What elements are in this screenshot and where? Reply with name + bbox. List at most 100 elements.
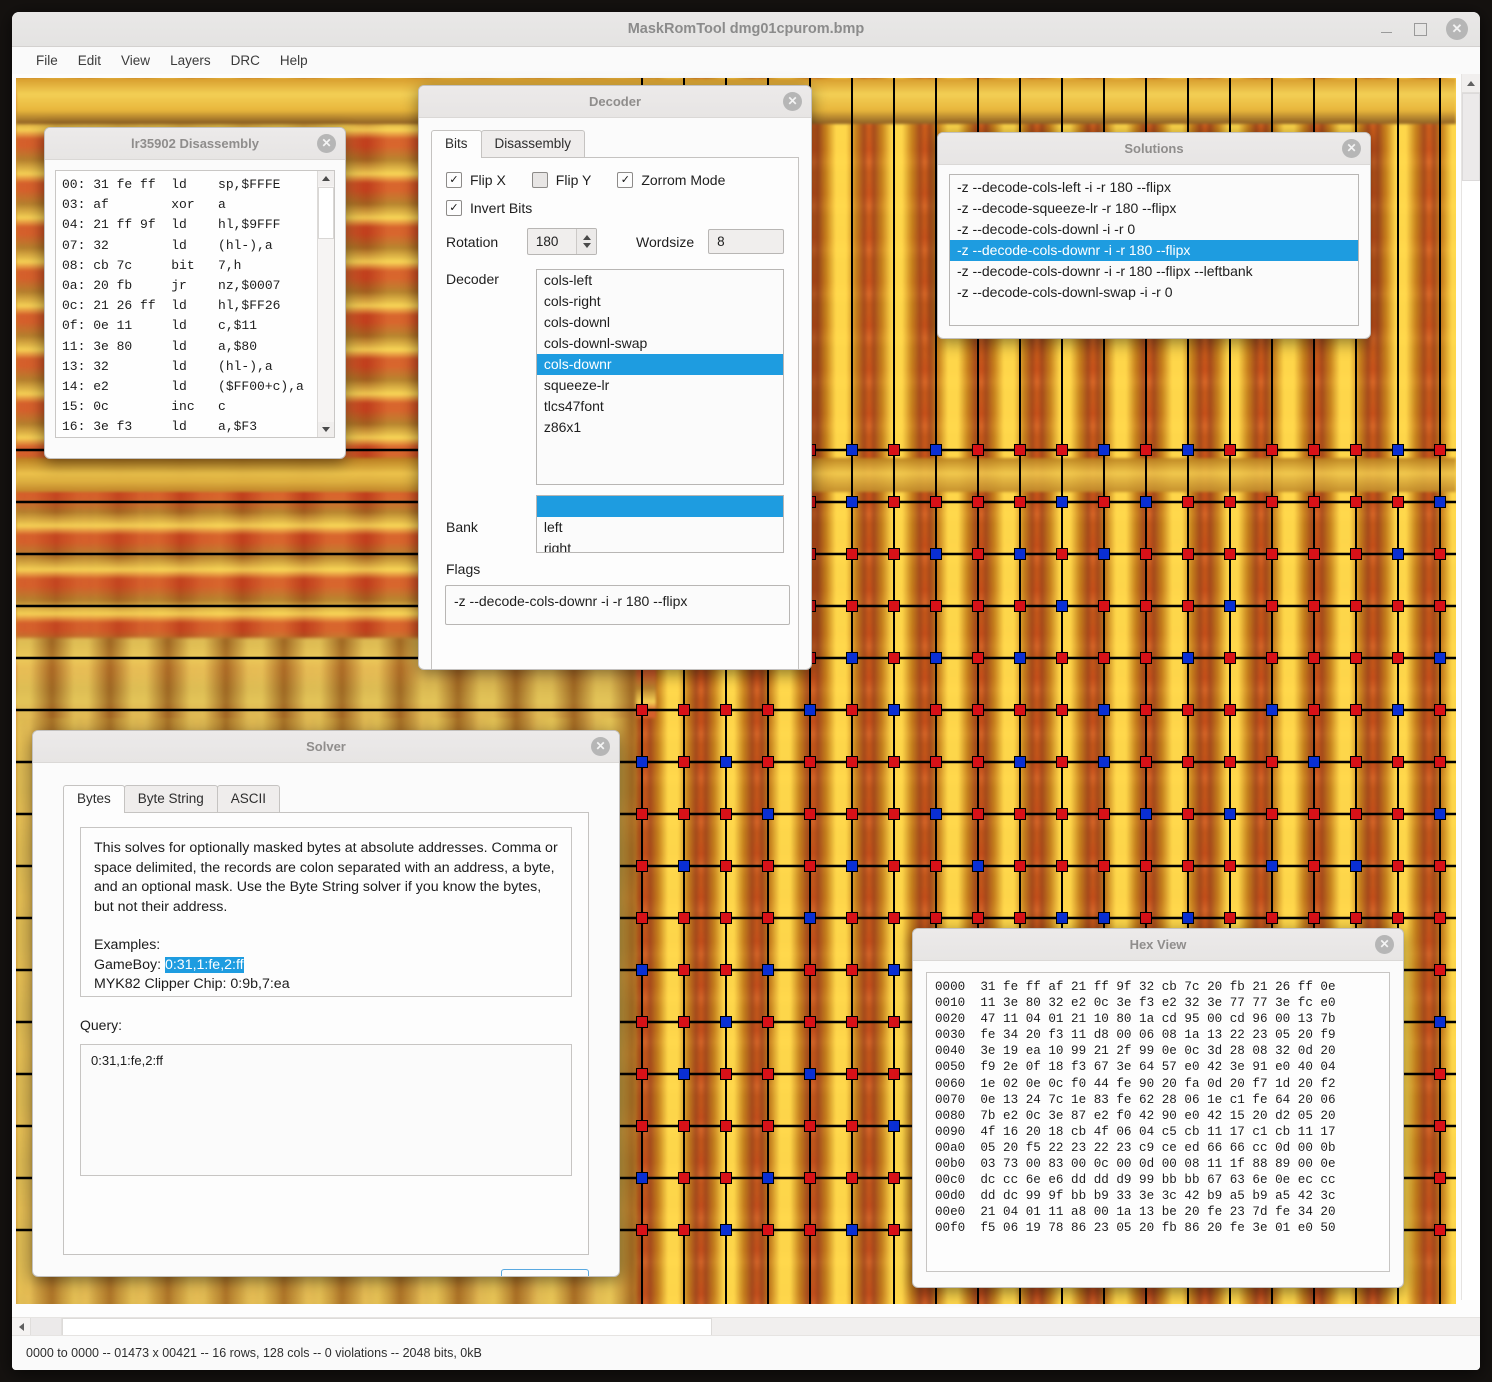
bit-marker-one[interactable]	[804, 1172, 816, 1184]
bit-marker-one[interactable]	[1308, 912, 1320, 924]
bit-marker-one[interactable]	[762, 756, 774, 768]
bit-marker-one[interactable]	[720, 860, 732, 872]
checkbox-flip-x[interactable]: ✓ Flip X	[446, 172, 506, 188]
bit-marker-one[interactable]	[1098, 860, 1110, 872]
bit-marker-one[interactable]	[888, 1068, 900, 1080]
bit-marker-zero[interactable]	[1182, 912, 1194, 924]
decoder-option-cols-right[interactable]: cols-right	[537, 291, 783, 312]
bit-marker-one[interactable]	[678, 704, 690, 716]
bit-marker-one[interactable]	[972, 704, 984, 716]
bit-marker-zero[interactable]	[846, 496, 858, 508]
bit-marker-zero[interactable]	[1056, 496, 1068, 508]
bit-marker-one[interactable]	[1308, 652, 1320, 664]
bit-marker-one[interactable]	[1182, 808, 1194, 820]
bit-marker-one[interactable]	[636, 1120, 648, 1132]
bit-marker-one[interactable]	[678, 1120, 690, 1132]
bit-marker-one[interactable]	[1182, 600, 1194, 612]
bit-marker-one[interactable]	[972, 496, 984, 508]
flip-y-checkbox-box[interactable]	[531, 172, 548, 188]
bit-marker-one[interactable]	[678, 964, 690, 976]
bit-marker-one[interactable]	[762, 860, 774, 872]
bit-marker-zero[interactable]	[1434, 652, 1446, 664]
bit-marker-one[interactable]	[1308, 548, 1320, 560]
bit-marker-one[interactable]	[1140, 912, 1152, 924]
bit-marker-one[interactable]	[972, 808, 984, 820]
bit-marker-zero[interactable]	[1266, 704, 1278, 716]
bit-marker-one[interactable]	[720, 1120, 732, 1132]
bit-marker-one[interactable]	[1056, 548, 1068, 560]
window-titlebar[interactable]: MaskRomTool dmg01cpurom.bmp ✕	[12, 12, 1480, 47]
bit-marker-one[interactable]	[678, 1172, 690, 1184]
bit-marker-one[interactable]	[804, 860, 816, 872]
decoder-close-icon[interactable]: ✕	[783, 92, 802, 111]
bit-marker-one[interactable]	[1434, 756, 1446, 768]
tab-ascii[interactable]: ASCII	[216, 785, 281, 812]
decoder-option-tlcs47font[interactable]: tlcs47font	[537, 396, 783, 417]
disassembly-close-icon[interactable]: ✕	[317, 134, 336, 153]
bit-marker-one[interactable]	[1434, 548, 1446, 560]
bit-marker-one[interactable]	[1308, 600, 1320, 612]
bit-marker-one[interactable]	[1182, 704, 1194, 716]
disassembly-scroll-up-button[interactable]	[318, 171, 334, 186]
bit-marker-zero[interactable]	[804, 912, 816, 924]
bank-option-right[interactable]: right	[537, 538, 783, 552]
bit-marker-zero[interactable]	[720, 1224, 732, 1236]
bit-marker-one[interactable]	[1014, 912, 1026, 924]
bit-marker-one[interactable]	[930, 912, 942, 924]
bit-marker-one[interactable]	[1182, 548, 1194, 560]
bit-marker-one[interactable]	[720, 808, 732, 820]
solution-item-0[interactable]: -z --decode-cols-left -i -r 180 --flipx	[950, 177, 1358, 198]
flip-x-checkbox-box[interactable]: ✓	[446, 172, 462, 188]
bit-marker-one[interactable]	[1098, 808, 1110, 820]
bit-marker-one[interactable]	[1098, 496, 1110, 508]
hexview-close-icon[interactable]: ✕	[1375, 935, 1394, 954]
rotation-stepper-buttons[interactable]	[576, 229, 597, 254]
bit-marker-one[interactable]	[1056, 808, 1068, 820]
hexview-titlebar[interactable]: Hex View ✕	[913, 929, 1403, 961]
bit-marker-one[interactable]	[930, 600, 942, 612]
canvas-vertical-scrollbar[interactable]	[1461, 74, 1480, 1300]
bit-marker-zero[interactable]	[1224, 808, 1236, 820]
bit-marker-one[interactable]	[1140, 860, 1152, 872]
bit-marker-zero[interactable]	[1350, 860, 1362, 872]
bit-marker-one[interactable]	[1434, 600, 1446, 612]
maximize-button[interactable]	[1412, 21, 1428, 37]
bit-marker-one[interactable]	[1056, 860, 1068, 872]
bit-marker-one[interactable]	[1014, 496, 1026, 508]
decoder-option-cols-downl[interactable]: cols-downl	[537, 312, 783, 333]
solution-item-5[interactable]: -z --decode-cols-downl-swap -i -r 0	[950, 282, 1358, 303]
bit-marker-one[interactable]	[1014, 860, 1026, 872]
menu-drc[interactable]: DRC	[221, 50, 270, 71]
menu-view[interactable]: View	[111, 50, 160, 71]
bit-marker-one[interactable]	[888, 1224, 900, 1236]
bit-marker-one[interactable]	[972, 652, 984, 664]
disassembly-scrollbar[interactable]	[317, 171, 334, 437]
bit-marker-one[interactable]	[1434, 1068, 1446, 1080]
bit-marker-zero[interactable]	[1014, 756, 1026, 768]
bit-marker-one[interactable]	[846, 1120, 858, 1132]
menu-edit[interactable]: Edit	[68, 50, 111, 71]
close-window-button[interactable]: ✕	[1446, 18, 1468, 40]
bit-marker-zero[interactable]	[762, 1172, 774, 1184]
bit-marker-one[interactable]	[1392, 496, 1404, 508]
decoder-option-squeeze-lr[interactable]: squeeze-lr	[537, 375, 783, 396]
bit-marker-zero[interactable]	[762, 808, 774, 820]
bit-marker-one[interactable]	[1014, 444, 1026, 456]
bit-marker-one[interactable]	[720, 964, 732, 976]
bit-marker-one[interactable]	[1350, 912, 1362, 924]
bit-marker-one[interactable]	[720, 704, 732, 716]
bit-marker-zero[interactable]	[1392, 444, 1404, 456]
bit-marker-zero[interactable]	[1056, 912, 1068, 924]
bit-marker-one[interactable]	[636, 1068, 648, 1080]
bit-marker-one[interactable]	[1266, 912, 1278, 924]
bit-marker-one[interactable]	[1140, 600, 1152, 612]
bit-marker-one[interactable]	[846, 1016, 858, 1028]
bit-marker-one[interactable]	[1392, 600, 1404, 612]
bit-marker-one[interactable]	[762, 912, 774, 924]
disassembly-scroll-thumb[interactable]	[318, 187, 334, 239]
bit-marker-one[interactable]	[1182, 756, 1194, 768]
bit-marker-one[interactable]	[846, 1068, 858, 1080]
bit-marker-one[interactable]	[762, 1068, 774, 1080]
decoder-titlebar[interactable]: Decoder ✕	[419, 86, 811, 118]
horizontal-scroll-track[interactable]	[712, 1318, 1480, 1336]
